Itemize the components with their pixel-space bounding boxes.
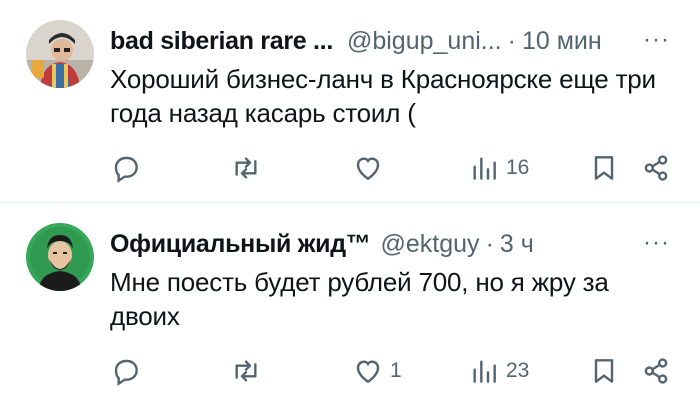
- tweet[interactable]: Официальный жид™ @ektguy · 3 ч ··· Мне п…: [0, 203, 700, 406]
- avatar-illustration: [26, 223, 94, 291]
- more-options-icon[interactable]: ···: [643, 229, 670, 257]
- more-options-icon[interactable]: ···: [643, 26, 670, 54]
- reply-icon: [114, 359, 138, 386]
- reply-button[interactable]: [110, 351, 148, 391]
- display-name[interactable]: Официальный жид™: [110, 230, 371, 259]
- like-button[interactable]: [352, 148, 390, 188]
- separator-dot: ·: [485, 229, 494, 258]
- like-icon: [356, 360, 380, 384]
- share-icon: [644, 358, 668, 384]
- share-button[interactable]: [640, 351, 672, 391]
- views-icon: [473, 360, 496, 383]
- share-icon: [644, 155, 668, 181]
- like-button[interactable]: 1: [352, 351, 402, 391]
- bookmark-button[interactable]: [588, 148, 620, 188]
- avatar[interactable]: [26, 223, 94, 291]
- retweet-button[interactable]: [230, 148, 268, 188]
- handle[interactable]: @ektguy: [381, 230, 480, 259]
- like-icon: [356, 157, 380, 181]
- views-button[interactable]: 23: [468, 351, 529, 391]
- display-name[interactable]: bad siberian rare ...: [110, 27, 333, 56]
- retweet-button[interactable]: [230, 351, 268, 391]
- tweet-text: Хороший бизнес-ланч в Красноярске еще тр…: [110, 64, 656, 128]
- action-bar: 16: [106, 148, 680, 188]
- views-icon: [473, 157, 496, 180]
- views-count: 23: [506, 359, 530, 382]
- retweet-icon: [235, 157, 257, 179]
- share-button[interactable]: [640, 148, 672, 188]
- timestamp[interactable]: 10 мин: [522, 27, 602, 56]
- tweet-text: Мне поесть будет рублей 700, но я жру за…: [110, 267, 609, 331]
- views-count: 16: [506, 156, 530, 179]
- bookmark-button[interactable]: [588, 351, 620, 391]
- separator-dot: ·: [507, 26, 516, 55]
- avatar-photo: [26, 20, 94, 88]
- handle[interactable]: @bigup_uni...: [347, 27, 502, 56]
- tweet-header: Официальный жид™ @ektguy · 3 ч ···: [110, 227, 670, 261]
- tweet-header: bad siberian rare ... @bigup_uni... · 10…: [110, 24, 670, 58]
- tweet[interactable]: bad siberian rare ... @bigup_uni... · 10…: [0, 0, 700, 203]
- bookmark-icon: [594, 156, 614, 180]
- reply-button[interactable]: [110, 148, 148, 188]
- avatar[interactable]: [26, 20, 94, 88]
- like-count: 1: [390, 359, 402, 382]
- bookmark-icon: [594, 359, 614, 383]
- reply-icon: [114, 156, 138, 183]
- action-bar: 1 23: [106, 351, 680, 391]
- retweet-icon: [235, 360, 257, 382]
- timestamp[interactable]: 3 ч: [500, 230, 534, 259]
- views-button[interactable]: 16: [468, 148, 529, 188]
